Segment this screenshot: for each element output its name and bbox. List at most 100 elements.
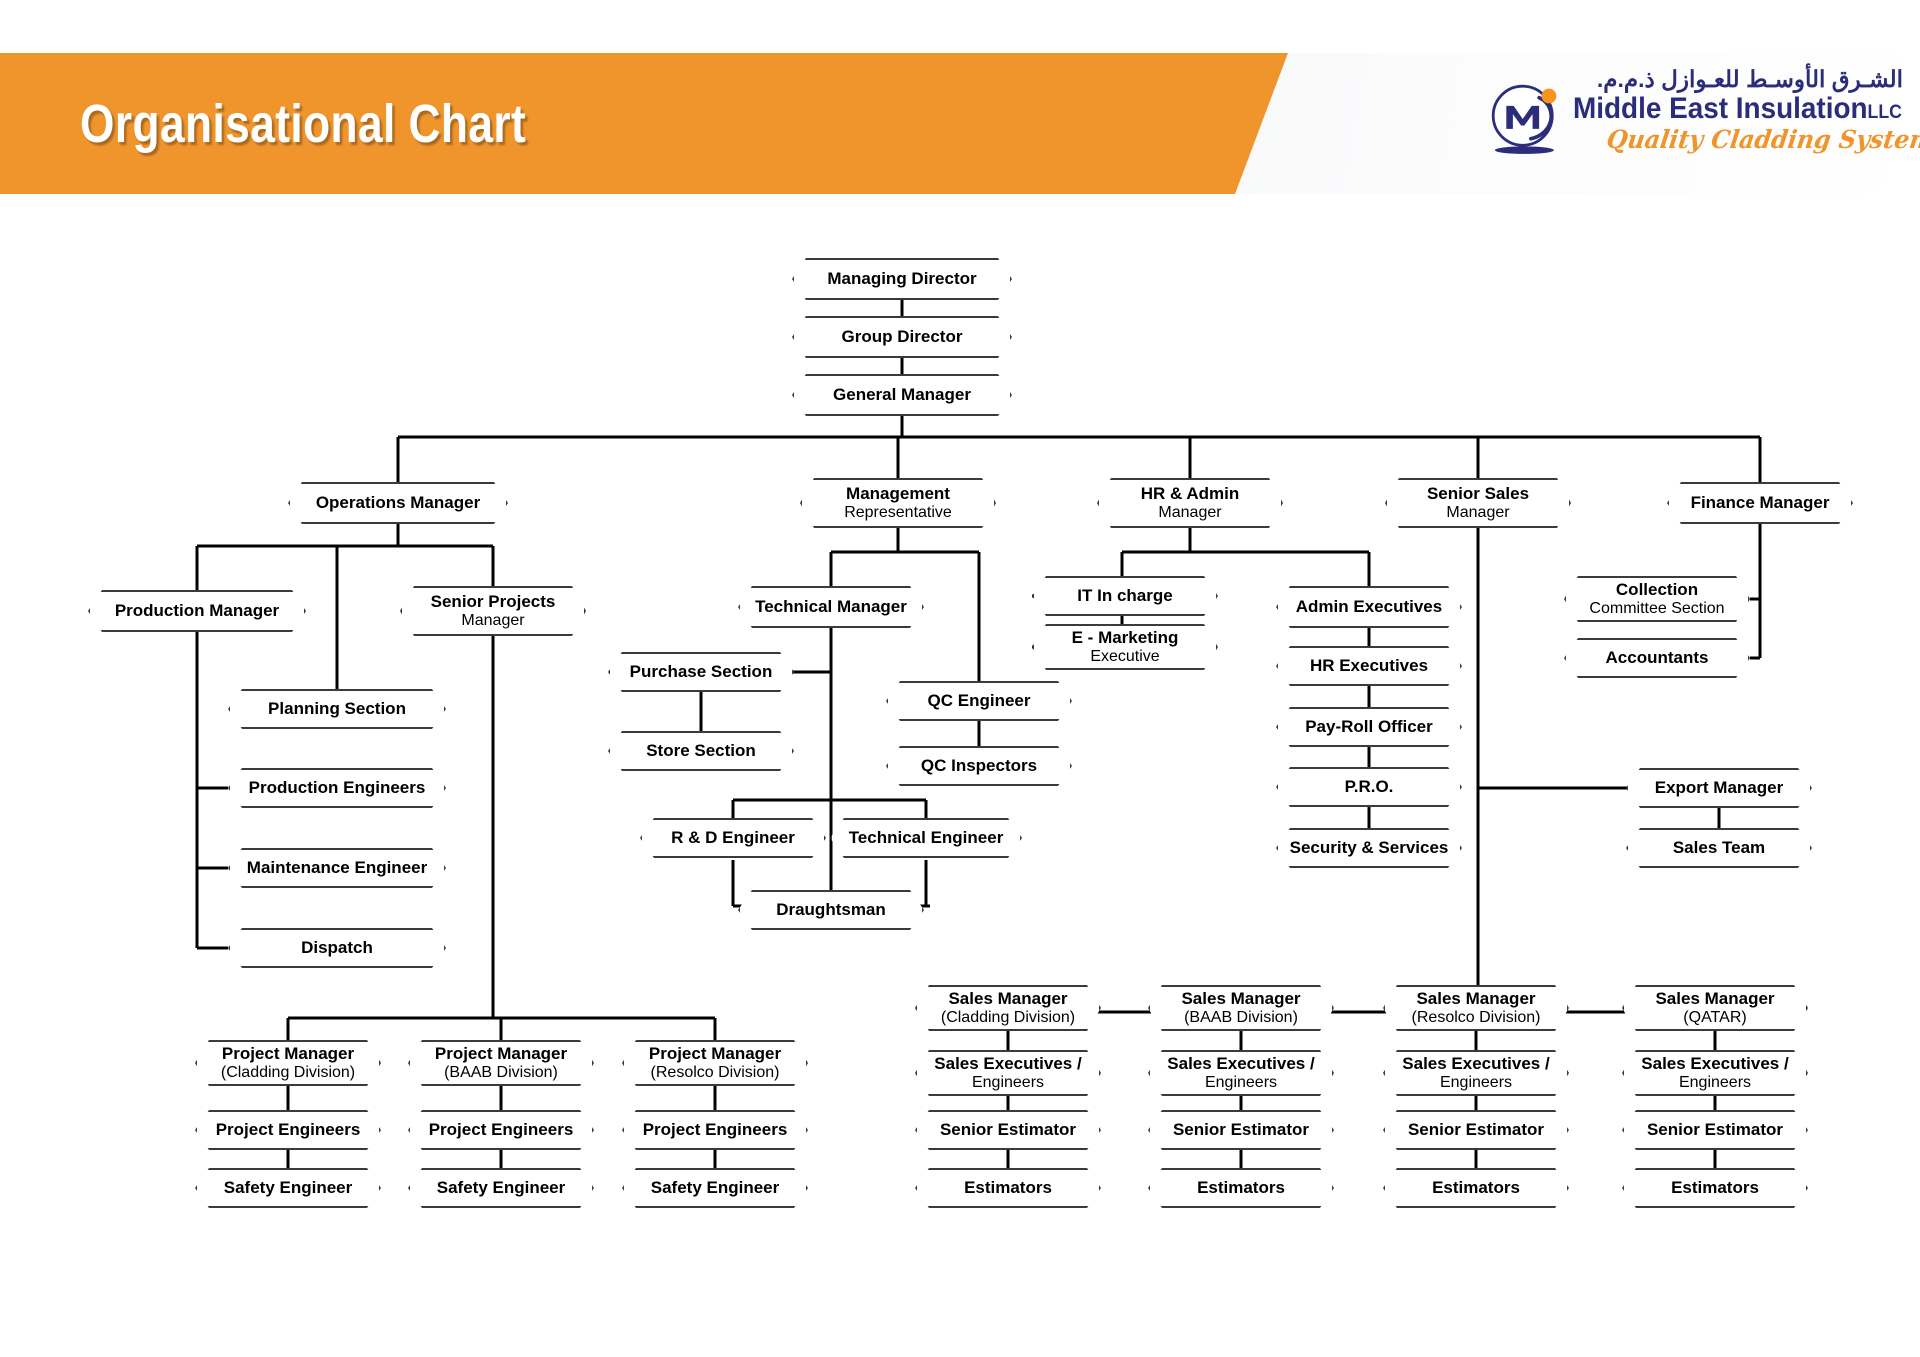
org-node-senior-estimator-baab[interactable]: Senior Estimator [1148,1110,1334,1150]
org-node-label: Estimators [1432,1178,1520,1198]
org-node-sales-executives-baab[interactable]: Sales Executives / Engineers [1148,1050,1334,1096]
org-node-label: Production Manager [114,601,280,621]
org-node-safety-engineer-cladding[interactable]: Safety Engineer [195,1168,381,1208]
org-node-finance-manager[interactable]: Finance Manager [1667,482,1853,524]
org-node-label: Sales Executives / Engineers [1641,1054,1789,1091]
org-node-sublabel: (QATAR) [1683,1008,1747,1026]
org-node-planning-section[interactable]: Planning Section [228,689,446,729]
org-node-label: Safety Engineer [650,1178,780,1198]
org-node-qc-inspectors[interactable]: QC Inspectors [886,746,1072,786]
org-node-production-engineers[interactable]: Production Engineers [228,768,446,808]
org-node-production-manager[interactable]: Production Manager [88,590,306,632]
org-node-label: HR & Admin Manager [1140,484,1240,521]
org-node-qc-engineer[interactable]: QC Engineer [886,681,1072,721]
org-node-dispatch[interactable]: Dispatch [228,928,446,968]
org-node-project-engineers-baab[interactable]: Project Engineers [408,1110,594,1150]
org-node-sublabel: Manager [461,611,525,629]
org-node-senior-estimator-cladding[interactable]: Senior Estimator [915,1110,1101,1150]
org-node-safety-engineer-baab[interactable]: Safety Engineer [408,1168,594,1208]
org-node-managing-director[interactable]: Managing Director [792,258,1012,300]
org-node-sales-executives-resolco[interactable]: Sales Executives / Engineers [1383,1050,1569,1096]
org-node-hr-executives[interactable]: HR Executives [1276,646,1462,686]
org-node-sublabel: (Resolco Division) [1411,1008,1541,1026]
org-node-sales-team[interactable]: Sales Team [1626,828,1812,868]
org-node-label: Operations Manager [315,493,481,513]
org-node-label: General Manager [833,385,971,405]
org-node-label: Accountants [1605,648,1709,668]
org-chart: Managing Director Group Director General M… [0,0,1920,1357]
org-node-management-representative[interactable]: Management Representative [800,478,996,528]
org-node-technical-manager[interactable]: Technical Manager [738,586,924,628]
org-node-label: Sales Executives / Engineers [1402,1054,1550,1091]
org-node-label: Finance Manager [1690,493,1830,513]
org-node-label: Senior Estimator [1172,1120,1310,1140]
org-node-sales-manager-qatar[interactable]: Sales Manager (QATAR) [1622,985,1808,1031]
org-node-label: Sales Executives / Engineers [934,1054,1082,1091]
org-node-label: E - Marketing Executive [1071,628,1179,665]
org-node-estimators-cladding[interactable]: Estimators [915,1168,1101,1208]
org-node-sublabel: Committee Section [1589,599,1725,617]
org-node-label: QC Engineer [927,691,1031,711]
org-node-project-manager-cladding[interactable]: Project Manager (Cladding Division) [195,1040,381,1086]
org-node-label: HR Executives [1309,656,1429,676]
org-node-project-engineers-cladding[interactable]: Project Engineers [195,1110,381,1150]
organisational-chart-page: Organisational Chart الشـرق الأوسـط للعـ… [0,0,1920,1357]
org-node-hr-admin-manager[interactable]: HR & Admin Manager [1097,478,1283,528]
org-node-draughtsman[interactable]: Draughtsman [738,890,924,930]
org-node-export-manager[interactable]: Export Manager [1626,768,1812,808]
org-node-e-marketing-executive[interactable]: E - Marketing Executive [1032,624,1218,670]
org-node-operations-manager[interactable]: Operations Manager [288,482,508,524]
org-node-label: Planning Section [268,699,406,719]
org-node-label: QC Inspectors [920,756,1038,776]
org-node-pay-roll-officer[interactable]: Pay-Roll Officer [1276,707,1462,747]
org-node-rd-engineer[interactable]: R & D Engineer [640,818,826,858]
org-node-safety-engineer-resolco[interactable]: Safety Engineer [622,1168,808,1208]
org-node-label: Safety Engineer [223,1178,353,1198]
org-node-maintenance-engineer[interactable]: Maintenance Engineer [228,848,446,888]
org-node-sublabel: Engineers [1204,1073,1278,1091]
org-node-sublabel: (Resolco Division) [650,1063,780,1081]
org-node-sales-manager-resolco[interactable]: Sales Manager (Resolco Division) [1383,985,1569,1031]
org-node-admin-executives[interactable]: Admin Executives [1276,586,1462,628]
org-node-senior-sales-manager[interactable]: Senior Sales Manager [1385,478,1571,528]
org-node-label: Sales Executives / Engineers [1167,1054,1315,1091]
org-node-label: Estimators [1197,1178,1285,1198]
org-node-label: Group Director [841,327,963,347]
org-node-accountants[interactable]: Accountants [1564,638,1750,678]
org-node-label: Project Manager (BAAB Division) [434,1044,568,1081]
org-node-label: Purchase Section [629,662,773,682]
org-node-sales-manager-cladding[interactable]: Sales Manager (Cladding Division) [915,985,1101,1031]
org-node-label: Senior Estimator [1407,1120,1545,1140]
org-node-project-manager-baab[interactable]: Project Manager (BAAB Division) [408,1040,594,1086]
org-node-group-director[interactable]: Group Director [792,316,1012,358]
org-node-label: Sales Manager (Cladding Division) [940,989,1076,1026]
org-node-sales-executives-qatar[interactable]: Sales Executives / Engineers [1622,1050,1808,1096]
org-node-pro[interactable]: P.R.O. [1276,767,1462,807]
org-node-sublabel: Engineers [1678,1073,1752,1091]
org-node-technical-engineer[interactable]: Technical Engineer [830,818,1022,858]
org-node-purchase-section[interactable]: Purchase Section [608,652,794,692]
org-node-senior-projects-manager[interactable]: Senior Projects Manager [400,586,586,636]
org-node-label: IT In charge [1077,586,1173,606]
org-node-label: Senior Estimator [1646,1120,1784,1140]
org-node-label: Managing Director [827,269,977,289]
org-node-security-services[interactable]: Security & Services [1276,828,1462,868]
org-node-estimators-qatar[interactable]: Estimators [1622,1168,1808,1208]
org-node-label: Draughtsman [776,900,886,920]
org-node-label: Dispatch [301,938,373,958]
org-node-estimators-resolco[interactable]: Estimators [1383,1168,1569,1208]
org-node-senior-estimator-resolco[interactable]: Senior Estimator [1383,1110,1569,1150]
org-node-sublabel: (BAAB Division) [1184,1008,1298,1026]
org-node-store-section[interactable]: Store Section [608,731,794,771]
org-node-project-engineers-resolco[interactable]: Project Engineers [622,1110,808,1150]
org-node-project-manager-resolco[interactable]: Project Manager (Resolco Division) [622,1040,808,1086]
org-node-sales-executives-cladding[interactable]: Sales Executives / Engineers [915,1050,1101,1096]
org-node-label: Pay-Roll Officer [1305,717,1433,737]
org-node-senior-estimator-qatar[interactable]: Senior Estimator [1622,1110,1808,1150]
org-node-label: Store Section [646,741,756,761]
org-node-general-manager[interactable]: General Manager [792,374,1012,416]
org-node-collection-committee[interactable]: Collection Committee Section [1564,576,1750,622]
org-node-sales-manager-baab[interactable]: Sales Manager (BAAB Division) [1148,985,1334,1031]
org-node-it-in-charge[interactable]: IT In charge [1032,576,1218,616]
org-node-estimators-baab[interactable]: Estimators [1148,1168,1334,1208]
